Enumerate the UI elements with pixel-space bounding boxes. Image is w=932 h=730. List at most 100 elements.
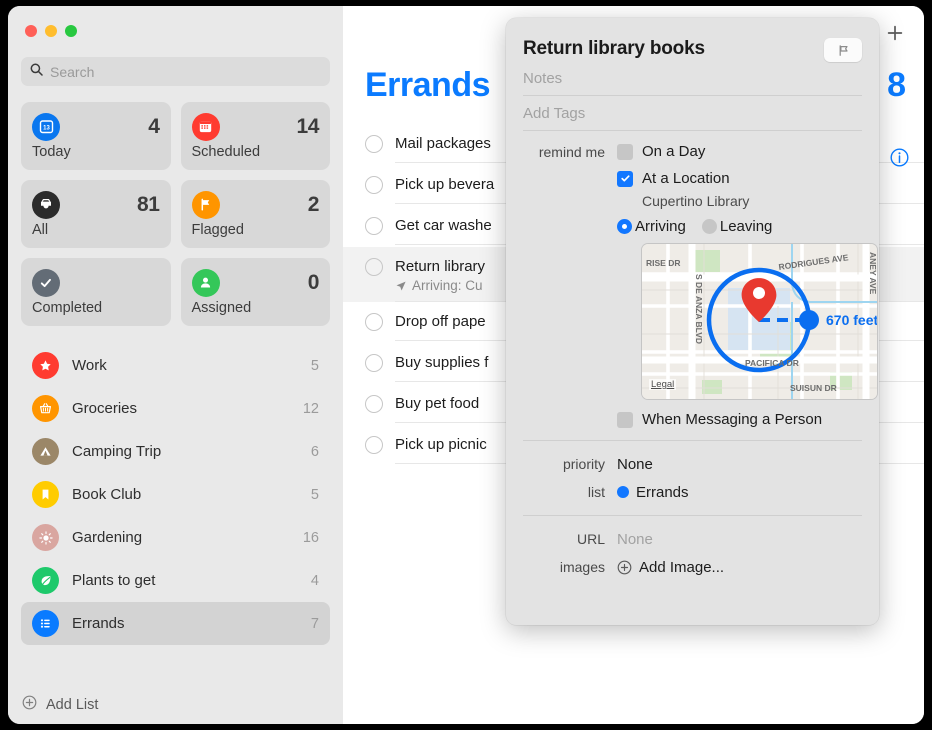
smart-list-label: All: [32, 222, 49, 238]
arriving-radio[interactable]: [617, 219, 632, 234]
complete-toggle[interactable]: [365, 217, 383, 235]
smart-list-count: 14: [296, 114, 319, 138]
calendar-icon: [191, 112, 220, 141]
search-input[interactable]: [50, 63, 321, 80]
user-lists: Work 5 Groceries 12 Camping Trip 6 Book …: [8, 342, 343, 686]
smart-list-scheduled[interactable]: 14 Scheduled: [180, 102, 330, 170]
sidebar-item-plants-to-get[interactable]: Plants to get 4: [21, 559, 330, 602]
arriving-label: Arriving: [635, 218, 686, 235]
attributes-section: priority None list Errands: [523, 441, 862, 515]
flag-button[interactable]: [824, 38, 862, 62]
at-a-location-row[interactable]: At a Location: [523, 170, 862, 187]
smart-list-count: 2: [307, 192, 320, 216]
smart-list-today[interactable]: 13 4 Today: [21, 102, 171, 170]
popover-title: Return library books: [523, 38, 705, 59]
info-circle-icon: [890, 148, 909, 167]
sidebar-item-label: Camping Trip: [72, 443, 162, 460]
map-legal-link[interactable]: Legal: [649, 379, 677, 390]
images-row[interactable]: images Add Image...: [523, 553, 862, 581]
add-reminder-button[interactable]: [884, 22, 906, 44]
priority-row[interactable]: priority None: [523, 450, 862, 478]
smart-list-label: Scheduled: [191, 144, 261, 160]
extras-section: URL None images Add Image...: [523, 516, 862, 590]
images-key: images: [559, 559, 605, 575]
complete-toggle[interactable]: [365, 395, 383, 413]
sidebar-item-count: 7: [310, 615, 319, 632]
when-messaging-row[interactable]: When Messaging a Person: [617, 411, 862, 440]
person-icon: [191, 268, 220, 297]
minimize-button[interactable]: [45, 25, 57, 37]
add-image-label: Add Image...: [639, 558, 725, 576]
complete-toggle[interactable]: [365, 176, 383, 194]
basket-icon: [32, 395, 59, 422]
at-a-location-checkbox[interactable]: [617, 170, 633, 187]
remind-me-section: remind me On a Day At a Location Cuperti…: [523, 131, 877, 440]
sidebar-item-groceries[interactable]: Groceries 12: [21, 387, 330, 430]
add-list-label: Add List: [46, 697, 99, 713]
list-key: list: [587, 484, 605, 500]
leaving-radio[interactable]: [701, 219, 717, 234]
list-value-wrap: Errands: [617, 484, 689, 501]
sidebar-item-work[interactable]: Work 5: [21, 344, 330, 387]
svg-text:SUISUN DR: SUISUN DR: [790, 383, 837, 393]
at-a-location-label: At a Location: [642, 170, 730, 187]
location-map[interactable]: RISE DR RODRIGUES AVE PACIFICA DR SUISUN…: [642, 244, 877, 399]
sidebar-item-errands[interactable]: Errands 7: [21, 602, 330, 645]
smart-list-assigned[interactable]: 0 Assigned: [180, 258, 330, 326]
star-icon: [32, 352, 59, 379]
leaf-icon: [32, 567, 59, 594]
when-messaging-checkbox[interactable]: [617, 411, 633, 428]
smart-list-label: Completed: [32, 300, 103, 316]
smart-list-count: 0: [307, 270, 320, 294]
sidebar-item-count: 5: [310, 357, 319, 374]
reminder-details-popover: Return library books Notes Add Tags remi…: [506, 18, 879, 625]
add-image-button[interactable]: Add Image...: [617, 559, 724, 576]
url-row[interactable]: URL None: [523, 525, 862, 553]
smart-list-label: Today: [32, 144, 71, 160]
complete-toggle[interactable]: [365, 354, 383, 372]
svg-text:PACIFICA DR: PACIFICA DR: [745, 358, 799, 368]
svg-text:ANEY AVE: ANEY AVE: [868, 252, 877, 295]
sidebar-item-book-club[interactable]: Book Club 5: [21, 473, 330, 516]
complete-toggle[interactable]: [365, 135, 383, 153]
smart-list-label: Assigned: [191, 300, 252, 316]
plus-icon: [887, 25, 903, 41]
sidebar-item-label: Errands: [72, 615, 125, 632]
smart-list-flagged[interactable]: 2 Flagged: [180, 180, 330, 248]
plus-circle-icon: [22, 695, 37, 715]
complete-toggle[interactable]: [365, 313, 383, 331]
sidebar-item-label: Book Club: [72, 486, 142, 503]
sidebar-item-count: 12: [302, 400, 319, 417]
close-button[interactable]: [25, 25, 37, 37]
search-icon: [30, 63, 50, 81]
sidebar-item-camping-trip[interactable]: Camping Trip 6: [21, 430, 330, 473]
smart-list-completed[interactable]: Completed: [21, 258, 171, 326]
notes-field[interactable]: Notes: [523, 62, 862, 96]
zoom-button[interactable]: [65, 25, 77, 37]
tags-field[interactable]: Add Tags: [523, 96, 862, 131]
list-row[interactable]: list Errands: [523, 478, 862, 506]
window-controls: [8, 6, 343, 39]
complete-toggle[interactable]: [365, 258, 383, 276]
sidebar-item-gardening[interactable]: Gardening 16: [21, 516, 330, 559]
sidebar-item-count: 6: [310, 443, 319, 460]
bookmark-icon: [32, 481, 59, 508]
calendar-day-icon: 13: [32, 112, 60, 141]
complete-toggle[interactable]: [365, 436, 383, 454]
list-value: Errands: [636, 483, 689, 501]
sidebar-item-label: Gardening: [72, 529, 143, 546]
popover-header: Return library books: [523, 18, 862, 62]
sidebar-item-label: Plants to get: [72, 572, 156, 589]
info-button[interactable]: [890, 148, 909, 167]
location-name: Cupertino Library: [642, 193, 750, 209]
navigation-arrow-icon: [396, 281, 406, 290]
list-color-dot: [617, 486, 629, 498]
smart-list-all[interactable]: 81 All: [21, 180, 171, 248]
sidebar: 13 4 Today: [8, 6, 343, 724]
on-a-day-checkbox[interactable]: [617, 143, 633, 160]
on-a-day-row[interactable]: remind me On a Day: [523, 143, 862, 160]
checkmark-icon: [32, 268, 60, 297]
add-list-button[interactable]: Add List: [8, 686, 343, 724]
svg-text:13: 13: [43, 126, 50, 132]
search-field[interactable]: [21, 57, 330, 86]
